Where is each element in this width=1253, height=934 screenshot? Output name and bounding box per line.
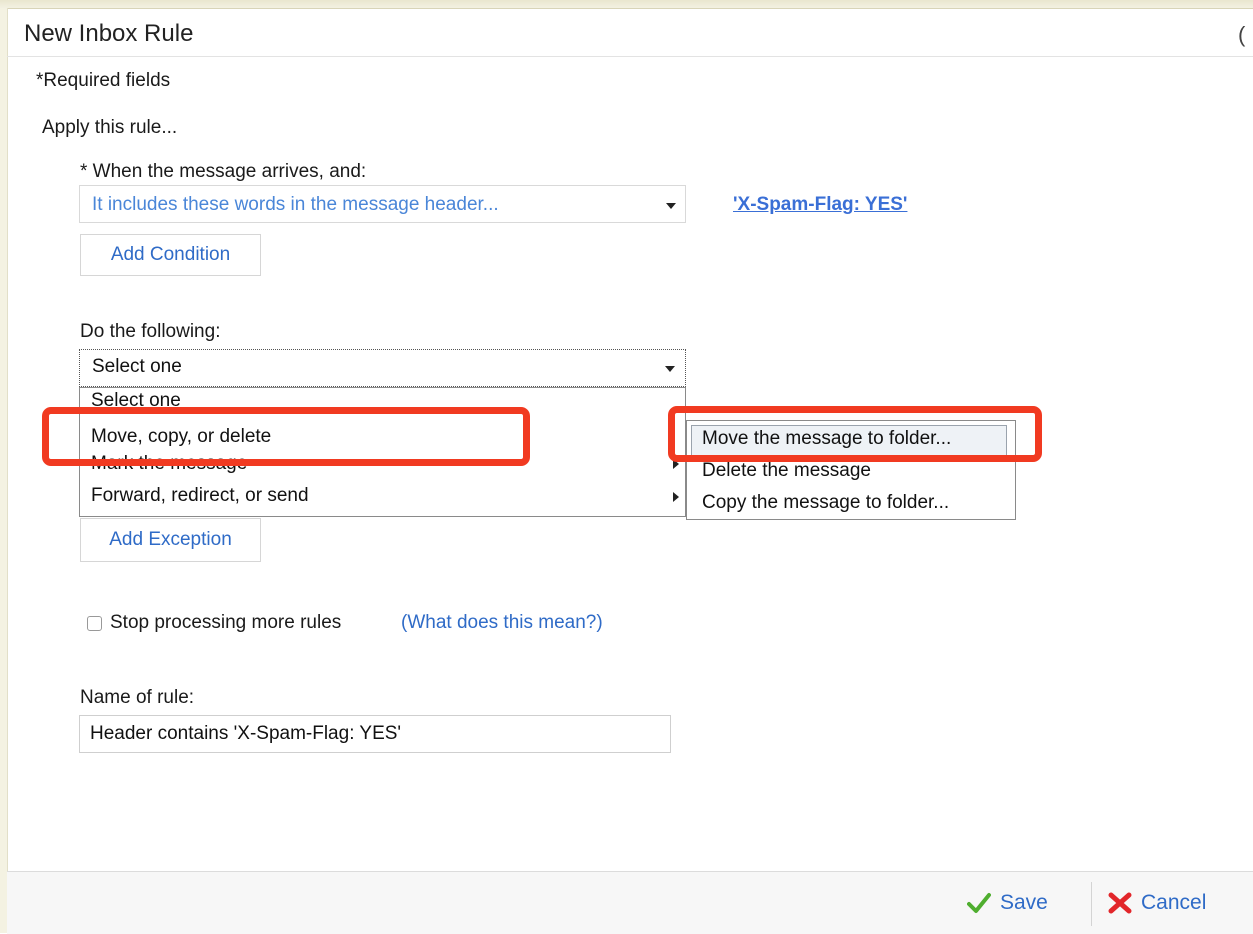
action-select[interactable]: Select one (79, 349, 686, 387)
rule-name-input[interactable]: Header contains 'X-Spam-Flag: YES' (79, 715, 671, 753)
caret-right-icon (673, 492, 679, 502)
dialog-footer: Save Cancel (7, 871, 1253, 934)
dropdown-item-label: Forward, redirect, or send (91, 485, 309, 506)
dialog-title: New Inbox Rule (24, 20, 194, 47)
add-condition-button[interactable]: Add Condition (80, 234, 261, 276)
action-select-value: Select one (92, 356, 182, 377)
required-fields-note: *Required fields (36, 70, 171, 91)
x-icon (1108, 892, 1132, 914)
stop-processing-label: Stop processing more rules (110, 612, 342, 633)
apply-rule-label: Apply this rule... (42, 117, 178, 138)
condition-label: * When the message arrives, and: (80, 161, 367, 182)
caret-down-icon (665, 366, 675, 372)
condition-value-link[interactable]: 'X-Spam-Flag: YES' (733, 194, 907, 216)
submenu-item-delete-message[interactable]: Delete the message (702, 460, 871, 482)
submenu-item-copy-to-folder[interactable]: Copy the message to folder... (702, 492, 949, 514)
title-divider (7, 56, 1253, 57)
condition-select[interactable]: It includes these words in the message h… (79, 185, 686, 223)
what-does-this-mean-link[interactable]: (What does this mean?) (401, 612, 603, 634)
caret-down-icon (666, 203, 676, 209)
footer-divider (1091, 882, 1092, 926)
highlight-box-move-copy-delete (42, 407, 530, 466)
checkmark-icon (967, 893, 991, 913)
add-exception-button[interactable]: Add Exception (80, 518, 261, 562)
save-label: Save (1000, 891, 1048, 914)
window-frame-left (0, 8, 8, 933)
stop-processing-checkbox[interactable] (87, 616, 102, 631)
save-button[interactable]: Save (967, 872, 1048, 934)
cancel-label: Cancel (1141, 891, 1207, 914)
window-frame-top (0, 0, 1253, 9)
highlight-box-move-to-folder (668, 406, 1042, 462)
action-label: Do the following: (80, 321, 221, 342)
rule-name-value: Header contains 'X-Spam-Flag: YES' (90, 723, 402, 744)
rule-name-label: Name of rule: (80, 687, 195, 708)
dropdown-item-forward-redirect-send[interactable]: Forward, redirect, or send (80, 484, 685, 512)
condition-select-value: It includes these words in the message h… (92, 194, 499, 215)
cancel-button[interactable]: Cancel (1107, 872, 1206, 934)
title-edge-glyph: ( (1238, 22, 1246, 47)
